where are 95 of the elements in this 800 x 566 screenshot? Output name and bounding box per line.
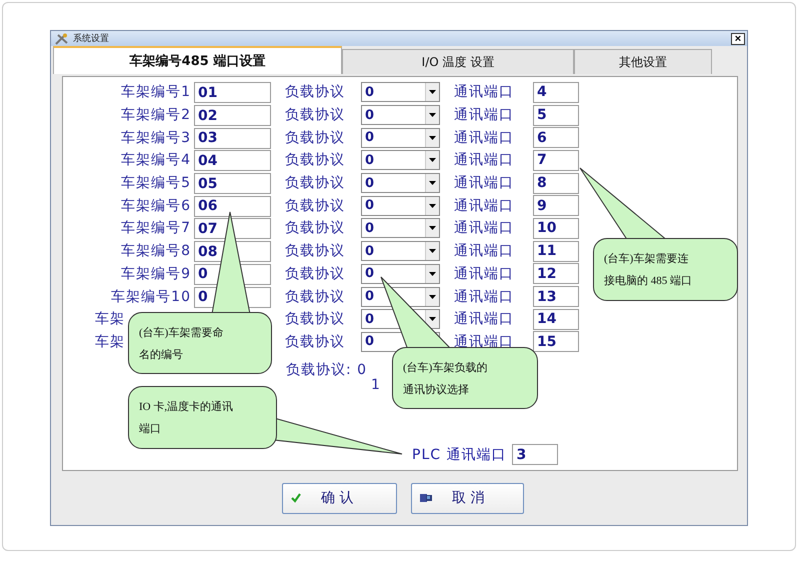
port-field[interactable]: 9 (533, 195, 579, 216)
caret-icon (429, 158, 436, 162)
callout-text: (台车)车架需要命 (139, 326, 224, 340)
caret-icon (429, 204, 436, 208)
frame-number-label: 车架编号4 (121, 151, 191, 170)
port-field[interactable]: 11 (533, 240, 579, 262)
caret-icon (429, 249, 436, 254)
protocol-label: 负载协议 (285, 151, 346, 170)
protocol-label: 负载协议 (285, 288, 346, 306)
frame-number-label: 车架编号7 (121, 219, 191, 238)
protocol-label: 负载协议 (285, 83, 346, 102)
confirm-button[interactable]: 确 认 (282, 482, 397, 514)
port-field[interactable]: 8 (533, 172, 579, 194)
caret-icon (429, 317, 436, 322)
frame-number-label: 车架 (95, 310, 125, 328)
protocol-dropdown[interactable]: 0 (361, 173, 440, 194)
port-label: 通讯端口 (454, 332, 515, 351)
protocol-note: 1 (371, 377, 380, 394)
frame-number-field[interactable]: 06 (194, 196, 271, 217)
plc-port-label: PLC 通讯端口 (412, 446, 506, 464)
port-label: 通讯端口 (454, 151, 515, 170)
frame-number-label: 车架编号8 (121, 242, 191, 260)
frame-number-label: 车架编号9 (121, 264, 191, 283)
caret-icon (429, 90, 436, 94)
protocol-label: 负载协议 (285, 264, 346, 283)
protocol-dropdown[interactable]: 0 (361, 82, 440, 102)
protocol-dropdown[interactable]: 0 (361, 196, 440, 216)
tab[interactable]: I/O 温度 设置 (342, 49, 574, 74)
caret-icon (429, 136, 436, 140)
protocol-label: 负载协议 (285, 219, 346, 238)
callout-text: (台车)车架需要连 (604, 252, 688, 266)
protocol-dropdown[interactable]: 0 (361, 241, 440, 262)
frame-number-label: 车架编号5 (121, 174, 191, 192)
port-field[interactable]: 10 (533, 218, 579, 239)
callout-text: 接电脑的 485 端口 (604, 274, 692, 288)
frame-number-field[interactable]: 02 (194, 105, 271, 126)
caret-icon (429, 181, 436, 186)
protocol-dropdown[interactable]: 0 (361, 218, 440, 238)
port-label: 通讯端口 (454, 288, 515, 306)
protocol-label: 负载协议 (285, 310, 346, 328)
protocol-label: 负载协议 (285, 242, 346, 260)
port-field[interactable]: 7 (533, 150, 579, 171)
frame-number-label: 车架编号2 (121, 106, 191, 124)
port-field[interactable]: 12 (533, 263, 579, 284)
protocol-dropdown[interactable]: 0 (361, 150, 440, 170)
protocol-label: 负载协议 (285, 128, 346, 147)
port-field[interactable]: 14 (533, 308, 579, 330)
frame-number-field[interactable]: 01 (194, 82, 271, 104)
frame-number-label: 车架编号6 (121, 196, 191, 215)
protocol-note: 负载协议: 0 (286, 361, 368, 380)
port-field[interactable]: 15 (533, 331, 579, 352)
protocol-dropdown[interactable]: 0 (361, 128, 440, 148)
port-label: 通讯端口 (454, 242, 515, 260)
frame-number-field[interactable]: 03 (194, 128, 271, 149)
callout-text: 通讯协议选择 (403, 382, 469, 396)
frame-number-label: 车架编号1 (121, 83, 191, 102)
port-label: 通讯端口 (454, 128, 515, 147)
frame-number-label: 车架编号10 (111, 288, 191, 306)
protocol-label: 负载协议 (285, 196, 346, 215)
port-label: 通讯端口 (454, 174, 515, 192)
port-label: 通讯端口 (454, 219, 515, 238)
port-label: 通讯端口 (454, 106, 515, 124)
port-label: 通讯端口 (454, 264, 515, 283)
callout-text: IO 卡,温度卡的通讯 (139, 400, 234, 414)
port-label: 通讯端口 (454, 196, 515, 215)
tab[interactable]: 车架编号485 端口设置 (53, 46, 342, 74)
protocol-dropdown[interactable]: 0 (361, 105, 440, 126)
port-field[interactable]: 4 (533, 82, 579, 103)
frame-number-field[interactable]: 07 (194, 218, 271, 240)
protocol-label: 负载协议 (285, 174, 346, 192)
tools-icon (55, 32, 69, 44)
frame-number-label: 车架编号3 (121, 128, 191, 147)
port-field[interactable]: 13 (533, 286, 579, 308)
caret-icon (429, 226, 436, 230)
protocol-label: 负载协议 (285, 332, 346, 351)
close-button[interactable]: × (731, 32, 745, 44)
plc-port-field[interactable]: 3 (512, 444, 558, 465)
callout-text: 名的编号 (139, 348, 183, 362)
exit-icon (420, 493, 432, 503)
port-label: 通讯端口 (454, 83, 515, 102)
tab[interactable]: 其他设置 (574, 49, 712, 74)
protocol-label: 负载协议 (285, 106, 346, 124)
caret-icon (429, 113, 436, 118)
frame-number-label: 车架 (95, 332, 125, 351)
callout-text: 端口 (139, 422, 161, 436)
cancel-button[interactable]: 取 消 (411, 482, 524, 514)
frame-number-field[interactable]: 04 (194, 150, 271, 172)
window-title: 系统设置 (73, 32, 109, 45)
checkmark-icon (291, 493, 301, 503)
frame-number-field[interactable]: 05 (194, 173, 271, 194)
callout-text: (台车)车架负载的 (403, 360, 488, 374)
port-field[interactable]: 5 (533, 104, 579, 126)
port-label: 通讯端口 (454, 310, 515, 328)
protocol-dropdown[interactable]: 0 (361, 264, 440, 284)
port-field[interactable]: 6 (533, 127, 579, 148)
